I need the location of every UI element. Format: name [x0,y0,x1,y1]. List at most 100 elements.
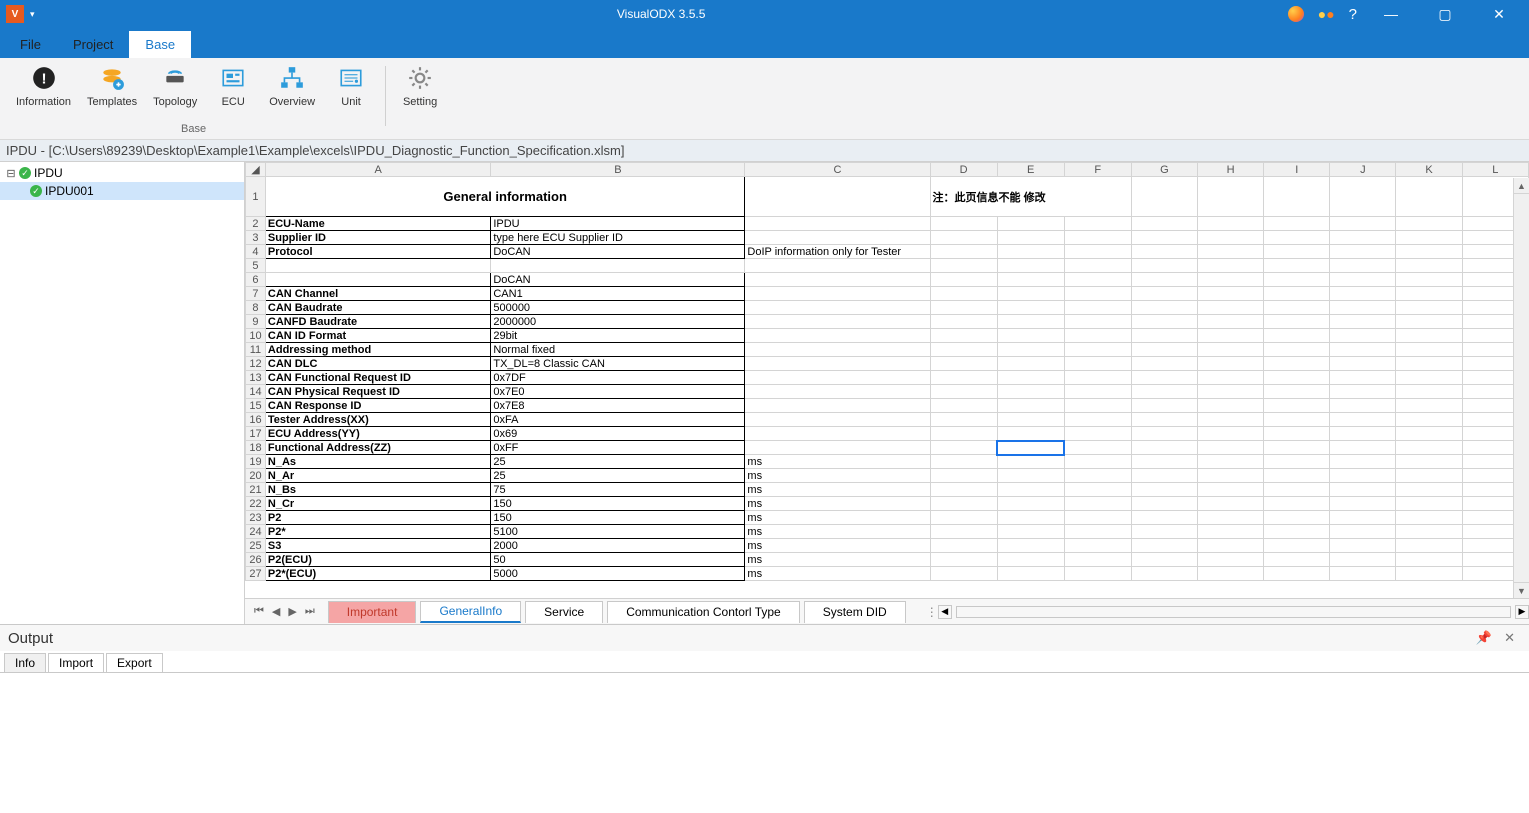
cell-20-K[interactable] [1396,469,1462,483]
cell-13-E[interactable] [997,371,1064,385]
cell-8-J[interactable] [1330,301,1396,315]
col-header-H[interactable]: H [1198,163,1264,177]
cell-22-D[interactable] [930,497,997,511]
cell-15-E[interactable] [997,399,1064,413]
col-header-G[interactable]: G [1131,163,1197,177]
cell-3-C[interactable] [745,231,930,245]
cell-15-C[interactable] [745,399,930,413]
cell-21-G[interactable] [1131,483,1197,497]
cell-2-K[interactable] [1396,217,1462,231]
cell-11-K[interactable] [1396,343,1462,357]
cell-15-K[interactable] [1396,399,1462,413]
cell-13-K[interactable] [1396,371,1462,385]
ribbon-topology-button[interactable]: Topology [147,62,203,110]
cell-22-J[interactable] [1330,497,1396,511]
cell-12-E[interactable] [997,357,1064,371]
cell-10-I[interactable] [1264,329,1330,343]
cell-23-A[interactable]: P2 [265,511,490,525]
row-header-24[interactable]: 24 [246,525,266,539]
tree-root-ipdu[interactable]: ⊟ ✓ IPDU [0,164,244,182]
cell-5-D[interactable] [930,259,997,273]
row-header-21[interactable]: 21 [246,483,266,497]
cell-2-F[interactable] [1064,217,1131,231]
cell-27-J[interactable] [1330,567,1396,581]
cell-8-K[interactable] [1396,301,1462,315]
cell-5-C[interactable] [745,259,930,273]
cell-19-G[interactable] [1131,455,1197,469]
row-header-9[interactable]: 9 [246,315,266,329]
cell-8-E[interactable] [997,301,1064,315]
cell-22-I[interactable] [1264,497,1330,511]
output-tab-import[interactable]: Import [48,653,104,672]
row-header-7[interactable]: 7 [246,287,266,301]
cell-2-D[interactable] [930,217,997,231]
cell-17-B[interactable]: 0x69 [491,427,745,441]
cell-21-F[interactable] [1064,483,1131,497]
col-header-B[interactable]: B [491,163,745,177]
cell-9-A[interactable]: CANFD Baudrate [265,315,490,329]
help-icon[interactable]: ? [1349,6,1357,23]
cell-6-I[interactable] [1264,273,1330,287]
cell-25-H[interactable] [1198,539,1264,553]
cell-16-K[interactable] [1396,413,1462,427]
cell-23-B[interactable]: 150 [491,511,745,525]
tab-scroll-right-icon[interactable]: ▶ [1515,605,1529,619]
cell-7-I[interactable] [1264,287,1330,301]
cell-9-D[interactable] [930,315,997,329]
col-header-I[interactable]: I [1264,163,1330,177]
cell-27-E[interactable] [997,567,1064,581]
cell-25-J[interactable] [1330,539,1396,553]
cell-12-H[interactable] [1198,357,1264,371]
cell-24-B[interactable]: 5100 [491,525,745,539]
cell-13-A[interactable]: CAN Functional Request ID [265,371,490,385]
cell-19-J[interactable] [1330,455,1396,469]
cell-13-H[interactable] [1198,371,1264,385]
cell-8-G[interactable] [1131,301,1197,315]
cell-7-A[interactable]: CAN Channel [265,287,490,301]
cell-6-K[interactable] [1396,273,1462,287]
ribbon-templates-button[interactable]: Templates [81,62,143,110]
cell-7-G[interactable] [1131,287,1197,301]
cell-21-B[interactable]: 75 [491,483,745,497]
cell-9-C[interactable] [745,315,930,329]
cell-22-B[interactable]: 150 [491,497,745,511]
cell-21-K[interactable] [1396,483,1462,497]
scroll-up-icon[interactable]: ▲ [1514,178,1529,194]
cell-3-H[interactable] [1198,231,1264,245]
scroll-down-icon[interactable]: ▼ [1514,582,1529,598]
cell-23-E[interactable] [997,511,1064,525]
cell-17-K[interactable] [1396,427,1462,441]
cell-5-K[interactable] [1396,259,1462,273]
cell-19-E[interactable] [997,455,1064,469]
cell-2-H[interactable] [1198,217,1264,231]
select-all-cell[interactable]: ◢ [246,163,266,177]
cell-24-D[interactable] [930,525,997,539]
row-header-13[interactable]: 13 [246,371,266,385]
cell-12-F[interactable] [1064,357,1131,371]
cell-3-E[interactable] [997,231,1064,245]
col-header-L[interactable]: L [1462,163,1528,177]
cell-7-C[interactable] [745,287,930,301]
cell-8-D[interactable] [930,301,997,315]
cell-8-B[interactable]: 500000 [491,301,745,315]
menu-tab-base[interactable]: Base [129,29,191,58]
cell-26-E[interactable] [997,553,1064,567]
ribbon-unit-button[interactable]: Unit [325,62,377,110]
cell-8-F[interactable] [1064,301,1131,315]
cell-15-D[interactable] [930,399,997,413]
cell-11-G[interactable] [1131,343,1197,357]
cell-14-D[interactable] [930,385,997,399]
cell-26-A[interactable]: P2(ECU) [265,553,490,567]
cell-19-F[interactable] [1064,455,1131,469]
cell-23-I[interactable] [1264,511,1330,525]
cell-25-I[interactable] [1264,539,1330,553]
cell-10-J[interactable] [1330,329,1396,343]
cell-4-K[interactable] [1396,245,1462,259]
cell-16-H[interactable] [1198,413,1264,427]
cell-10-B[interactable]: 29bit [491,329,745,343]
cell-10-K[interactable] [1396,329,1462,343]
tree-child-ipdu001[interactable]: ✓ IPDU001 [0,182,244,200]
cell-17-C[interactable] [745,427,930,441]
cell-23-D[interactable] [930,511,997,525]
cell-9-H[interactable] [1198,315,1264,329]
